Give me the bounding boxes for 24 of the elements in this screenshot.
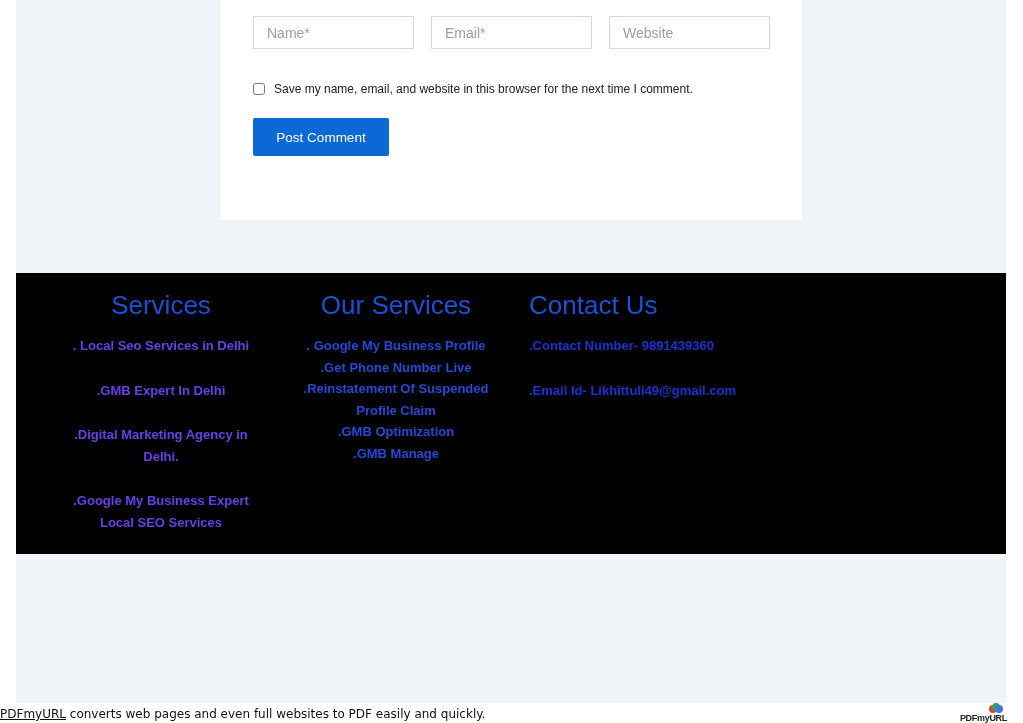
footer-link[interactable]: .Google My Business Expert Local SEO Services xyxy=(61,490,261,533)
footer-link[interactable]: .Digital Marketing Agency in Delhi. xyxy=(61,424,261,467)
pdfmyurl-link[interactable]: PDFmyURL xyxy=(0,707,66,721)
post-comment-button[interactable]: Post Comment xyxy=(253,118,389,156)
footer-link[interactable]: .Reinstatement Of Suspended Profile Claim xyxy=(301,378,491,421)
footer-link[interactable]: . Google My Business Profile xyxy=(306,335,486,357)
footer-heading: Our Services xyxy=(320,289,472,322)
converter-note: converts web pages and even full websites to PDF easily and quickly. xyxy=(69,707,486,721)
footer-link[interactable]: . Local Seo Services in Delhi xyxy=(72,335,250,357)
color-drop-icon xyxy=(989,703,1003,713)
text-input-field[interactable]: Name* xyxy=(253,16,414,49)
remember-checkbox[interactable] xyxy=(253,83,265,95)
footer-heading: Services xyxy=(111,289,211,322)
footer-link[interactable]: .Contact Number- 9891439360 xyxy=(529,335,736,357)
pdfmyurl-logo: PDFmyURL xyxy=(959,713,1007,723)
remember-label: Save my name, email, and website in this browser for the next time I comment. xyxy=(274,82,693,96)
text-input-field[interactable]: Email* xyxy=(431,16,592,49)
footer-link[interactable]: .GMB Optimization xyxy=(337,421,455,443)
footer-link[interactable]: .Get Phone Number Live xyxy=(320,356,472,378)
footer-heading: Contact Us xyxy=(529,289,659,322)
footer-link[interactable]: .Email Id- Likhittuli49@gmail.com xyxy=(529,380,736,402)
text-input-field[interactable]: Website xyxy=(609,16,770,49)
footer-link[interactable]: .GMB Expert In Delhi xyxy=(96,379,226,401)
footer-link[interactable]: .GMB Manage xyxy=(353,442,439,464)
